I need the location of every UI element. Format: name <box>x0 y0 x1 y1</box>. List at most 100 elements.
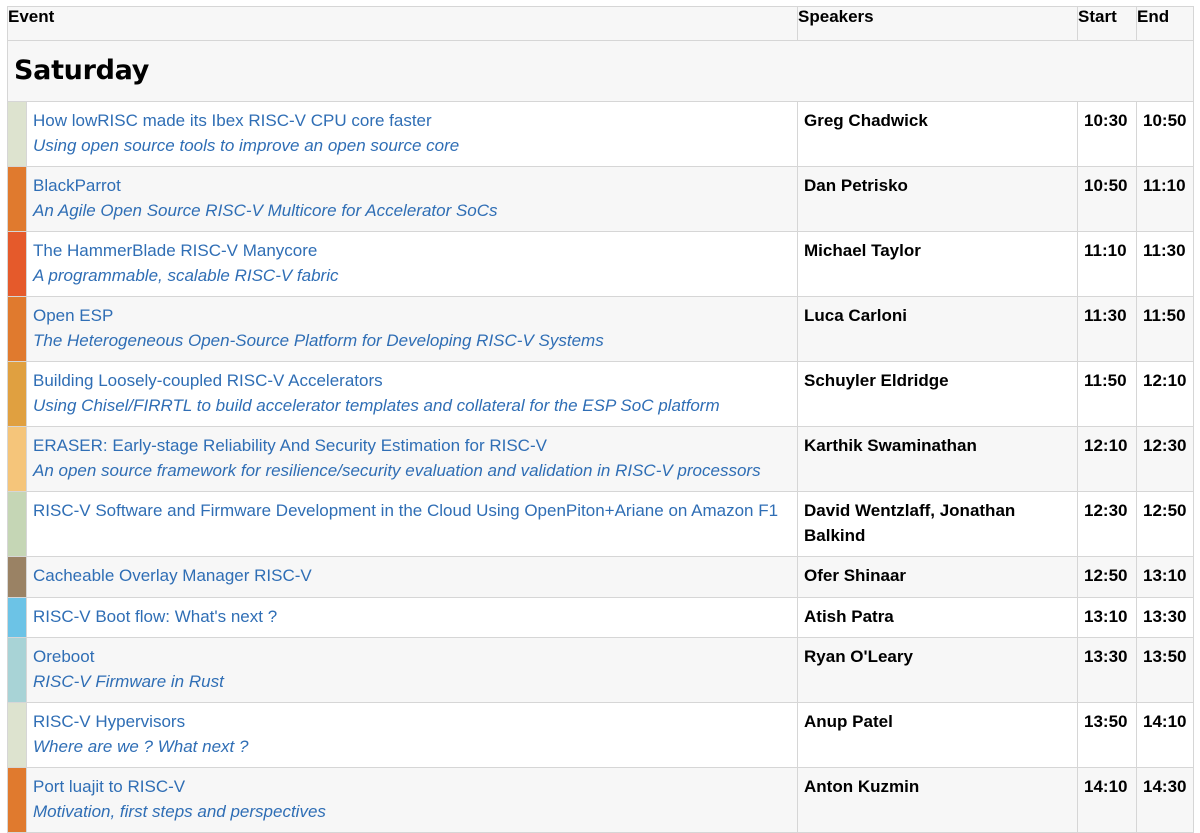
event-subtitle-link[interactable]: The Heterogeneous Open-Source Platform f… <box>33 329 791 354</box>
speakers-column-header[interactable]: Speakers <box>797 6 1079 41</box>
track-color-stripe <box>7 637 27 703</box>
event-title-link[interactable]: RISC-V Software and Firmware Development… <box>33 499 791 524</box>
track-color-stripe <box>7 361 27 427</box>
start-time: 10:30 <box>1084 111 1128 130</box>
event-title-link[interactable]: Oreboot <box>33 645 791 670</box>
end-time-cell: 10:50 <box>1136 101 1195 167</box>
event-title-link[interactable]: How lowRISC made its Ibex RISC-V CPU cor… <box>33 109 791 134</box>
start-time: 10:50 <box>1084 176 1128 195</box>
start-time-cell: 13:50 <box>1077 702 1138 768</box>
start-time-cell: 13:30 <box>1077 637 1138 703</box>
start-time: 12:30 <box>1084 501 1128 520</box>
speaker-names: Ofer Shinaar <box>804 566 907 585</box>
event-subtitle-link[interactable]: An Agile Open Source RISC-V Multicore fo… <box>33 199 791 224</box>
track-color-stripe <box>7 426 27 492</box>
start-time: 11:30 <box>1084 306 1127 325</box>
event-column-header[interactable]: Event <box>6 6 799 41</box>
event-subtitle-link[interactable]: Using Chisel/FIRRTL to build accelerator… <box>33 394 791 419</box>
start-time-cell: 12:30 <box>1077 491 1138 557</box>
end-time-cell: 11:30 <box>1136 231 1195 297</box>
speaker-names: Atish Patra <box>804 606 894 626</box>
event-row: BlackParrot An Agile Open Source RISC-V M… <box>7 166 1195 232</box>
event-subtitle-link[interactable]: A programmable, scalable RISC-V fabric <box>33 264 791 289</box>
header-row: Event Speakers Start End <box>6 6 1195 41</box>
event-row: Port luajit to RISC-V Motivation, first s… <box>7 767 1195 833</box>
event-row: The HammerBlade RISC-V Manycore A program… <box>7 231 1195 297</box>
event-title-link[interactable]: Open ESP <box>33 304 791 329</box>
start-time-cell: 11:10 <box>1077 231 1138 297</box>
event-title-link[interactable]: Cacheable Overlay Manager RISC-V <box>33 564 791 589</box>
start-time-cell: 11:50 <box>1077 361 1138 427</box>
end-time: 12:30 <box>1143 436 1187 455</box>
end-time: 10:50 <box>1143 111 1187 130</box>
speaker-names: Dan Petrisko <box>804 176 908 195</box>
event-title-link[interactable]: BlackParrot <box>33 174 791 199</box>
event-row: RISC-V Hypervisors Where are we ? What ne… <box>7 702 1195 768</box>
event-title-link[interactable]: Building Loosely-coupled RISC-V Accelera… <box>33 369 791 394</box>
start-time: 13:30 <box>1084 647 1128 666</box>
event-row: RISC-V Software and Firmware Development… <box>7 491 1195 557</box>
track-color-stripe <box>7 702 27 768</box>
end-time-cell: 12:50 <box>1136 491 1195 557</box>
start-time-cell: 11:30 <box>1077 296 1138 362</box>
start-time: 11:50 <box>1084 371 1127 390</box>
speakers-cell: Michael Taylor <box>797 231 1079 297</box>
event-row: Open ESP The Heterogeneous Open-Source Pl… <box>7 296 1195 362</box>
event-row: Cacheable Overlay Manager RISC-V Ofer Shi… <box>7 556 1195 598</box>
day-title: Saturday <box>14 55 150 86</box>
event-cell: How lowRISC made its Ibex RISC-V CPU cor… <box>25 101 799 167</box>
event-cell: Port luajit to RISC-V Motivation, first s… <box>25 767 799 833</box>
speakers-cell: Dan Petrisko <box>797 166 1079 232</box>
end-time-cell: 11:50 <box>1136 296 1195 362</box>
event-title-link[interactable]: RISC-V Boot flow: What's next ? <box>33 605 791 630</box>
speaker-names: Michael Taylor <box>804 241 921 260</box>
end-time: 12:50 <box>1143 501 1187 520</box>
event-cell: BlackParrot An Agile Open Source RISC-V M… <box>25 166 799 232</box>
speakers-cell: David Wentzlaff, Jonathan Balkind <box>797 491 1079 557</box>
event-cell: Open ESP The Heterogeneous Open-Source Pl… <box>25 296 799 362</box>
start-time: 12:10 <box>1084 436 1128 455</box>
event-cell: Cacheable Overlay Manager RISC-V <box>25 556 799 598</box>
start-time-cell: 12:50 <box>1077 556 1138 598</box>
event-title-link[interactable]: RISC-V Hypervisors <box>33 710 791 735</box>
speakers-cell: Ofer Shinaar <box>797 556 1079 598</box>
speakers-cell: Anton Kuzmin <box>797 767 1079 833</box>
end-time: 14:30 <box>1143 777 1187 796</box>
end-time: 13:10 <box>1143 566 1187 585</box>
speakers-cell: Luca Carloni <box>797 296 1079 362</box>
event-subtitle-link[interactable]: Where are we ? What next ? <box>33 735 791 760</box>
event-cell: The HammerBlade RISC-V Manycore A program… <box>25 231 799 297</box>
event-cell: RISC-V Software and Firmware Development… <box>25 491 799 557</box>
track-color-stripe <box>7 767 27 833</box>
track-color-stripe <box>7 296 27 362</box>
speakers-cell: Ryan O'Leary <box>797 637 1079 703</box>
event-title-link[interactable]: ERASER: Early-stage Reliability And Secu… <box>33 434 791 459</box>
start-time-cell: 10:30 <box>1077 101 1138 167</box>
speaker-names: Luca Carloni <box>804 306 907 325</box>
start-time: 13:10 <box>1084 606 1128 626</box>
speakers-cell: Anup Patel <box>797 702 1079 768</box>
start-time: 13:50 <box>1084 712 1128 731</box>
speaker-names: Anton Kuzmin <box>804 777 920 796</box>
event-row: RISC-V Boot flow: What's next ? Atish Pat… <box>7 596 1195 638</box>
end-time-cell: 11:10 <box>1136 166 1195 232</box>
start-time-cell: 14:10 <box>1077 767 1138 833</box>
speaker-names: Karthik Swaminathan <box>804 436 977 455</box>
event-title-link[interactable]: The HammerBlade RISC-V Manycore <box>33 239 791 264</box>
end-time: 11:30 <box>1143 241 1186 260</box>
event-subtitle-link[interactable]: Motivation, first steps and perspectives <box>33 800 791 825</box>
end-time: 13:50 <box>1143 647 1187 666</box>
start-time-cell: 10:50 <box>1077 166 1138 232</box>
event-subtitle-link[interactable]: Using open source tools to improve an op… <box>33 134 791 159</box>
end-time: 11:50 <box>1143 306 1186 325</box>
end-time-cell: 14:10 <box>1136 702 1195 768</box>
end-time: 12:10 <box>1143 371 1187 390</box>
start-time: 11:10 <box>1084 241 1127 260</box>
event-subtitle-link[interactable]: RISC-V Firmware in Rust <box>33 670 791 695</box>
end-column-header[interactable]: End <box>1136 6 1195 41</box>
speaker-names: Schuyler Eldridge <box>804 371 949 390</box>
start-column-header[interactable]: Start <box>1077 6 1138 41</box>
event-subtitle-link[interactable]: An open source framework for resilience/… <box>33 459 791 484</box>
event-title-link[interactable]: Port luajit to RISC-V <box>33 775 791 800</box>
event-cell: Oreboot RISC-V Firmware in Rust <box>25 637 799 703</box>
